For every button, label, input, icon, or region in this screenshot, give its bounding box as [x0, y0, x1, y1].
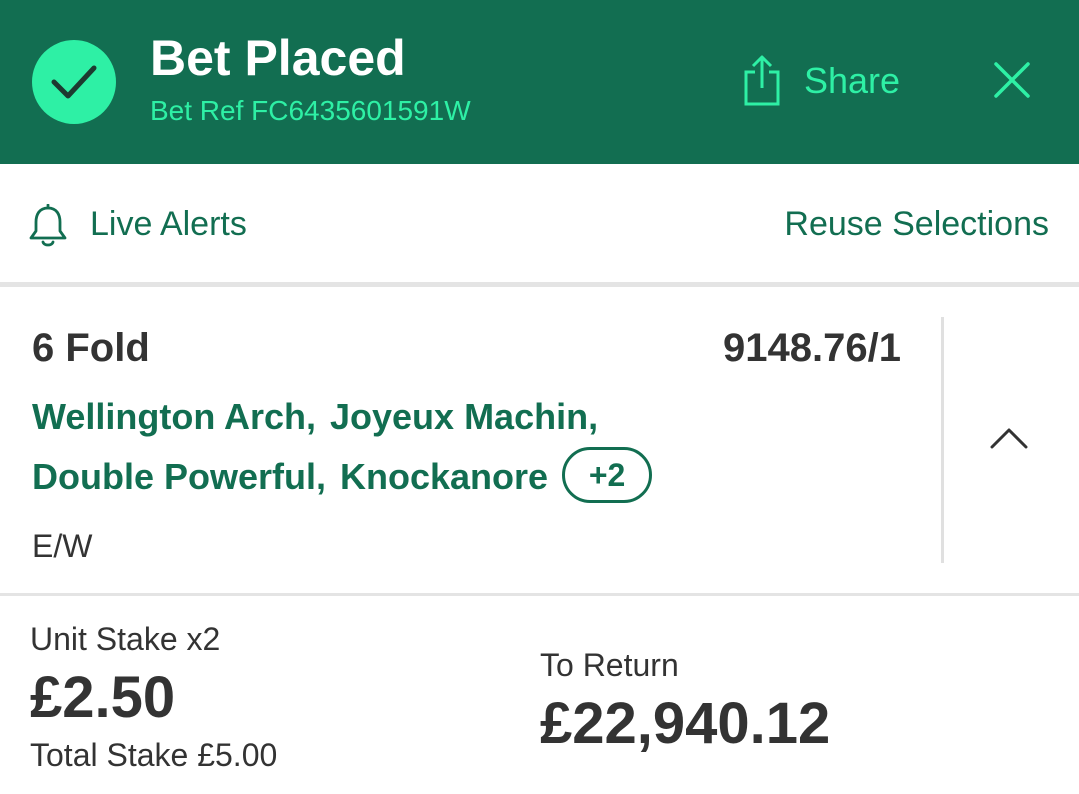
- more-selections-badge[interactable]: +2: [562, 447, 653, 504]
- selection-list: Wellington Arch, Joyeux Machin, Double Po…: [32, 387, 692, 507]
- chevron-up-icon: [990, 428, 1028, 449]
- selection-item: Double Powerful,: [32, 456, 327, 497]
- share-icon: [742, 54, 782, 111]
- bet-placed-header: Bet Placed Bet Ref FC6435601591W Share: [0, 0, 1079, 164]
- bet-reference: Bet Ref FC6435601591W: [150, 95, 471, 126]
- selection-item: Knockanore: [340, 456, 549, 497]
- check-icon: [32, 40, 116, 124]
- unit-stake-label: Unit Stake x2: [30, 621, 221, 657]
- bell-icon: [28, 203, 68, 253]
- selection-item: Joyeux Machin,: [330, 396, 599, 437]
- page-title: Bet Placed: [150, 30, 406, 86]
- collapse-button[interactable]: [984, 419, 1034, 459]
- bet-odds: 9148.76/1: [723, 326, 901, 370]
- live-alerts-label: Live Alerts: [90, 205, 247, 243]
- bet-card: 6 Fold 9148.76/1 Wellington Arch, Joyeux …: [0, 287, 1079, 593]
- reuse-selections-button[interactable]: Reuse Selections: [784, 204, 1049, 244]
- unit-stake-value: £2.50: [30, 665, 176, 730]
- vertical-divider: [941, 317, 944, 563]
- actions-bar: Live Alerts Reuse Selections: [0, 164, 1079, 282]
- stake-summary: Unit Stake x2 £2.50 Total Stake £5.00 To…: [0, 596, 1079, 794]
- share-label: Share: [804, 60, 901, 101]
- each-way-label: E/W: [32, 528, 93, 564]
- close-button[interactable]: [990, 58, 1034, 102]
- total-stake: Total Stake £5.00: [30, 737, 278, 773]
- selection-item: Wellington Arch,: [32, 396, 316, 437]
- share-button[interactable]: Share: [742, 52, 912, 108]
- to-return-label: To Return: [540, 647, 679, 683]
- bet-type: 6 Fold: [32, 326, 150, 370]
- close-icon: [994, 62, 1030, 98]
- live-alerts-button[interactable]: Live Alerts: [28, 200, 288, 250]
- to-return-value: £22,940.12: [540, 691, 831, 756]
